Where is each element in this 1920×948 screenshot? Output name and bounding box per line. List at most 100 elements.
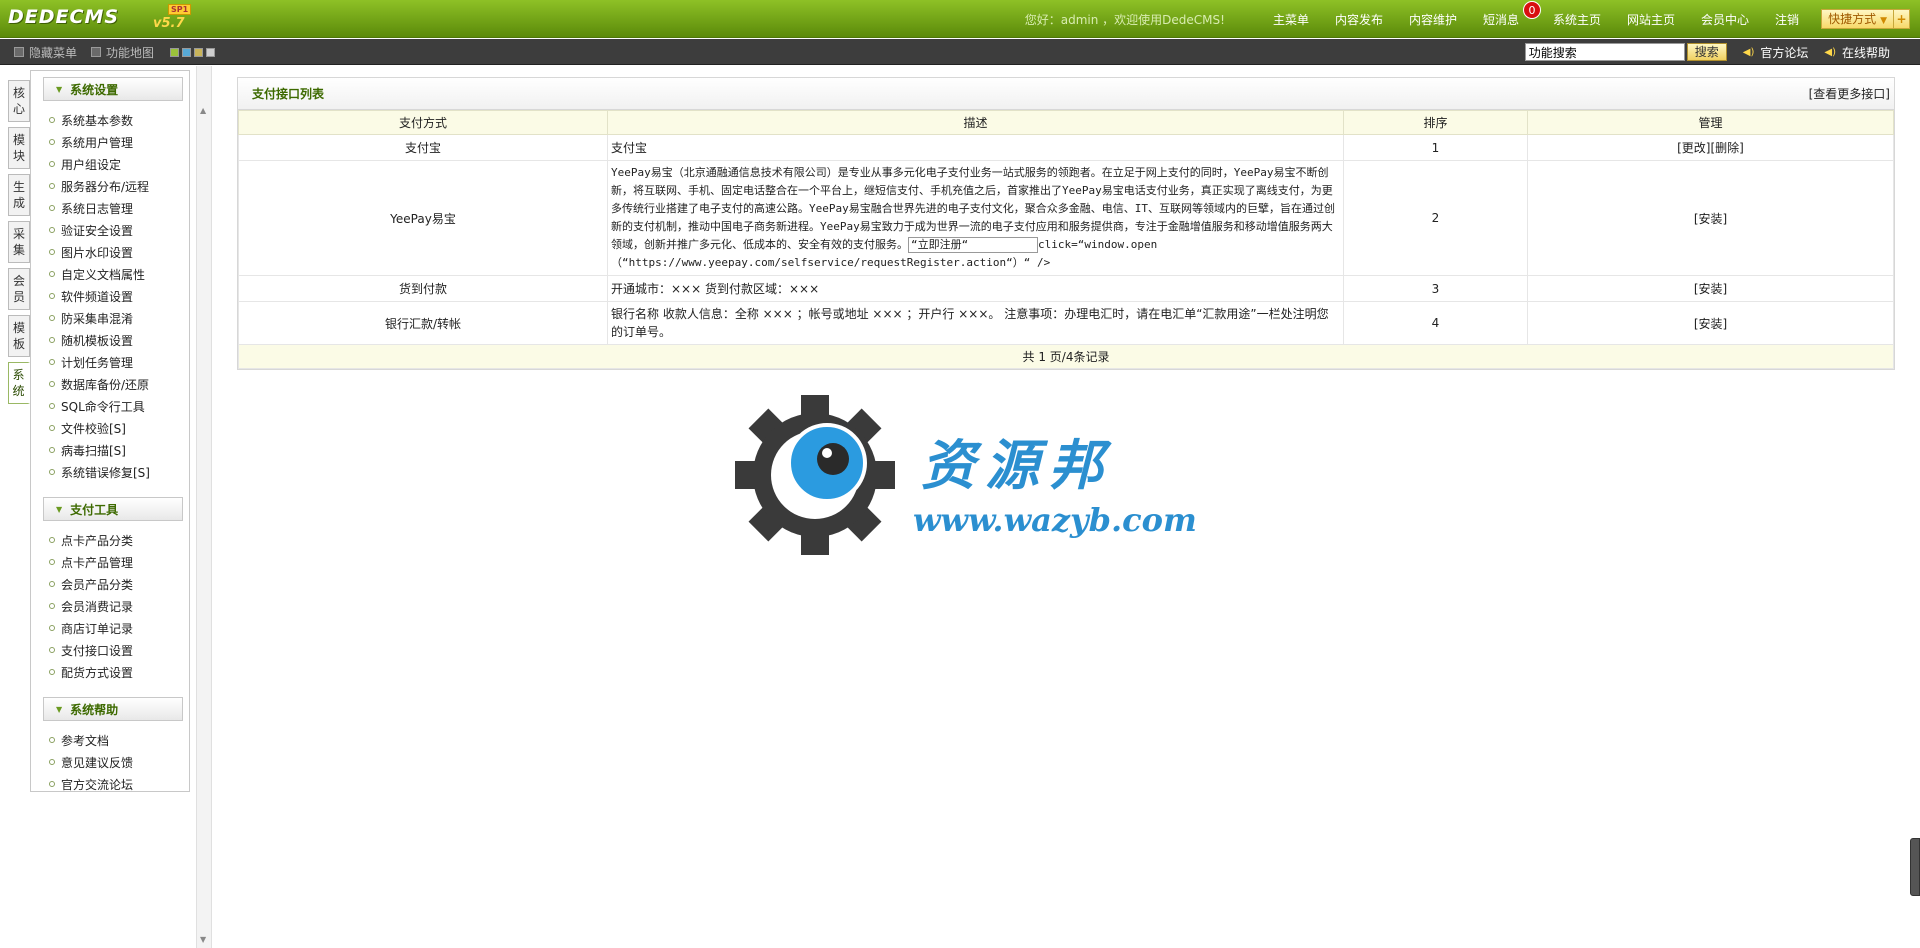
triangle-down-icon: ▼ <box>56 84 63 94</box>
bullet-icon <box>49 603 55 609</box>
menu-item[interactable]: 意见建议反馈 <box>49 751 189 773</box>
nav-system-home[interactable]: 系统主页 <box>1553 11 1601 28</box>
bullet-icon <box>49 359 55 365</box>
menu-item[interactable]: 软件频道设置 <box>49 285 189 307</box>
menu-group-system-settings[interactable]: ▼ 系统设置 <box>43 77 183 101</box>
menu-group-system-help[interactable]: ▼ 系统帮助 <box>43 697 183 721</box>
message-count-badge: 0 <box>1523 0 1541 19</box>
payment-method-cell: 支付宝 <box>238 134 608 161</box>
hide-menu-button[interactable]: 隐藏菜单 <box>14 44 77 61</box>
payment-actions-cell[interactable]: [更改][删除] <box>1527 134 1894 161</box>
edge-handle[interactable] <box>1910 838 1920 896</box>
menu-item[interactable]: 参考文档 <box>49 729 189 751</box>
skin-swatch-gray[interactable] <box>206 47 216 57</box>
menu-item[interactable]: SQL命令行工具 <box>49 395 189 417</box>
menu-item[interactable]: 验证安全设置 <box>49 219 189 241</box>
top-nav: 您好：admin ，欢迎使用DedeCMS! 主菜单 内容发布 内容维护 短消息… <box>1025 0 1910 38</box>
menu-item[interactable]: 点卡产品管理 <box>49 551 189 573</box>
skin-swatches <box>170 47 216 57</box>
menu-item[interactable]: 病毒扫描[S] <box>49 439 189 461</box>
main-content: 支付接口列表 [查看更多接口] 支付方式 描述 排序 管理 支付宝 支付宝 1 <box>237 77 1895 370</box>
menu-item-label: 病毒扫描[S] <box>61 443 126 458</box>
menu-item[interactable]: 文件校验[S] <box>49 417 189 439</box>
payment-list-panel: 支付接口列表 [查看更多接口] 支付方式 描述 排序 管理 支付宝 支付宝 1 <box>237 77 1895 370</box>
quick-menu[interactable]: 快捷方式 ▼ + <box>1821 9 1910 29</box>
plus-icon[interactable]: + <box>1894 9 1910 29</box>
bullet-icon <box>49 737 55 743</box>
menu-item[interactable]: 服务器分布/远程 <box>49 175 189 197</box>
menu-item[interactable]: 支付接口设置 <box>49 639 189 661</box>
tab-modules[interactable]: 模块 <box>8 127 30 169</box>
menu-item[interactable]: 随机模板设置 <box>49 329 189 351</box>
tab-members[interactable]: 会员 <box>8 268 30 310</box>
nav-member-center[interactable]: 会员中心 <box>1701 11 1749 28</box>
tab-generate[interactable]: 生成 <box>8 174 30 216</box>
menu-item-label: 系统错误修复[S] <box>61 465 150 480</box>
payment-actions-cell[interactable]: [安装] <box>1527 275 1894 302</box>
menu-item-label: 软件频道设置 <box>61 289 134 304</box>
menu-item[interactable]: 计划任务管理 <box>49 351 189 373</box>
menu-item[interactable]: 配货方式设置 <box>49 661 189 683</box>
nav-site-home[interactable]: 网站主页 <box>1627 11 1675 28</box>
category-tabs: 核心 模块 生成 采集 会员 模板 系统 <box>8 80 30 409</box>
function-search-input[interactable] <box>1524 43 1685 61</box>
nav-logout[interactable]: 注销 <box>1775 11 1799 28</box>
nav-content-publish[interactable]: 内容发布 <box>1335 11 1383 28</box>
table-footer-row: 共 1 页/4条记录 <box>238 344 1894 369</box>
bullet-icon <box>49 381 55 387</box>
bullet-icon <box>49 227 55 233</box>
bullet-icon <box>49 293 55 299</box>
menu-item[interactable]: 用户组设定 <box>49 153 189 175</box>
tab-system[interactable]: 系统 <box>8 362 30 404</box>
payment-actions-cell[interactable]: [安装] <box>1527 160 1894 276</box>
menu-item[interactable]: 数据库备份/还原 <box>49 373 189 395</box>
nav-content-maintain[interactable]: 内容维护 <box>1409 11 1457 28</box>
menu-item[interactable]: 防采集串混淆 <box>49 307 189 329</box>
payment-table: 支付方式 描述 排序 管理 支付宝 支付宝 1 [更改][删除] YeePay易… <box>238 110 1894 369</box>
online-help-link[interactable]: ◀) 在线帮助 <box>1824 44 1890 61</box>
menu-item[interactable]: 系统基本参数 <box>49 109 189 131</box>
menu-list-payment-tools: 点卡产品分类 点卡产品管理 会员产品分类 会员消费记录 商店订单记录 支付接口设… <box>31 525 189 691</box>
skin-swatch-green[interactable] <box>170 47 180 57</box>
bullet-icon <box>49 139 55 145</box>
watermark: 资源邦 www.wazyb.com <box>735 395 1197 555</box>
payment-actions-cell[interactable]: [安装] <box>1527 301 1894 345</box>
bullet-icon <box>49 581 55 587</box>
watermark-url: www.wazyb.com <box>913 501 1197 539</box>
menu-item[interactable]: 自定义文档属性 <box>49 263 189 285</box>
payment-order-cell: 2 <box>1343 160 1528 276</box>
register-input[interactable]: “立即注册“ <box>908 237 1038 253</box>
quick-menu-button[interactable]: 快捷方式 ▼ <box>1821 9 1894 29</box>
skin-swatch-blue[interactable] <box>182 47 192 57</box>
tab-collect[interactable]: 采集 <box>8 221 30 263</box>
column-header: 排序 <box>1343 110 1528 135</box>
menu-item[interactable]: 系统日志管理 <box>49 197 189 219</box>
menu-scrollbar[interactable]: ▲ ▼ <box>196 66 212 948</box>
menu-item-label: 官方交流论坛 <box>61 777 134 792</box>
menu-item[interactable]: 系统错误修复[S] <box>49 461 189 483</box>
menu-item-label: 服务器分布/远程 <box>61 179 150 194</box>
menu-item[interactable]: 会员消费记录 <box>49 595 189 617</box>
tab-core[interactable]: 核心 <box>8 80 30 122</box>
menu-item[interactable]: 系统用户管理 <box>49 131 189 153</box>
scroll-up-icon[interactable]: ▲ <box>200 106 206 115</box>
scroll-down-icon[interactable]: ▼ <box>200 935 206 944</box>
speaker-icon: ◀) <box>1824 46 1836 58</box>
tab-templates[interactable]: 模板 <box>8 315 30 357</box>
menu-group-payment-tools[interactable]: ▼ 支付工具 <box>43 497 183 521</box>
menu-item[interactable]: 图片水印设置 <box>49 241 189 263</box>
search-button[interactable]: 搜索 <box>1686 43 1727 61</box>
menu-item[interactable]: 商店订单记录 <box>49 617 189 639</box>
nav-main-menu[interactable]: 主菜单 <box>1273 11 1309 28</box>
menu-item[interactable]: 会员产品分类 <box>49 573 189 595</box>
skin-swatch-olive[interactable] <box>194 47 204 57</box>
bullet-icon <box>49 205 55 211</box>
nav-messages[interactable]: 短消息 0 <box>1483 0 1541 28</box>
menu-item[interactable]: 点卡产品分类 <box>49 529 189 551</box>
function-map-button[interactable]: 功能地图 <box>91 44 154 61</box>
official-forum-link[interactable]: ◀) 官方论坛 <box>1743 44 1809 61</box>
function-map-label: 功能地图 <box>106 45 155 60</box>
more-interfaces-link[interactable]: [查看更多接口] <box>1809 85 1890 102</box>
payment-desc-cell: 支付宝 <box>607 134 1344 161</box>
menu-item[interactable]: 官方交流论坛 <box>49 773 189 795</box>
